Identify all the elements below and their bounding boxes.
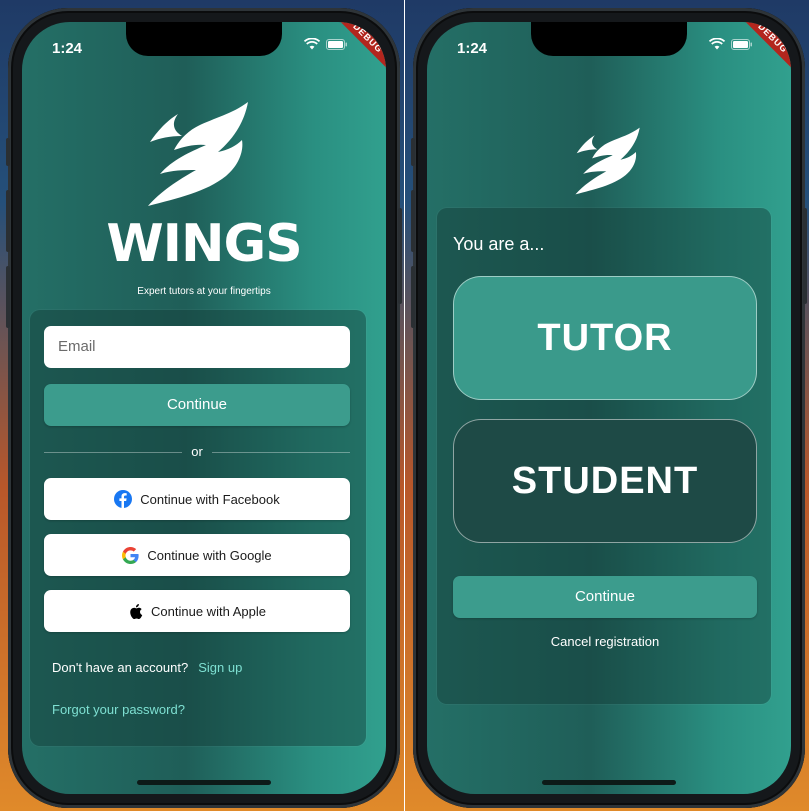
mute-switch: [6, 138, 10, 166]
forgot-password-link[interactable]: Forgot your password?: [52, 702, 185, 717]
volume-up-button: [6, 190, 10, 252]
power-button: [803, 208, 807, 304]
phone-frame: 1:24 DEBUG WINGS Expert tutors at your f…: [6, 8, 402, 808]
student-option[interactable]: STUDENT: [453, 419, 757, 543]
or-label: or: [191, 444, 203, 459]
or-divider: or: [44, 444, 350, 460]
wings-logo-icon: [575, 127, 640, 195]
volume-down-button: [411, 266, 415, 328]
mute-switch: [411, 138, 415, 166]
notch: [531, 22, 687, 56]
power-button: [398, 208, 402, 304]
apple-login-button[interactable]: Continue with Apple: [44, 590, 350, 632]
status-time: 1:24: [457, 40, 488, 57]
battery-icon: [326, 38, 347, 50]
notch: [126, 22, 282, 56]
continue-button[interactable]: Continue: [453, 576, 757, 618]
signup-row: Don't have an account? Sign up: [52, 660, 242, 675]
status-time: 1:24: [52, 40, 83, 57]
google-icon: [122, 546, 139, 564]
login-screen: 1:24 DEBUG WINGS Expert tutors at your f…: [22, 22, 386, 794]
signup-link[interactable]: Sign up: [198, 660, 242, 675]
brand-wordmark: WINGS: [106, 214, 302, 274]
phone-frame: 1:24 DEBUG You are a... TUTOR STUDENT Co…: [411, 8, 807, 808]
status-icons: [709, 38, 753, 50]
continue-button[interactable]: Continue: [44, 384, 350, 426]
left-phone-panel: 1:24 DEBUG WINGS Expert tutors at your f…: [0, 0, 404, 811]
home-indicator: [542, 780, 676, 785]
role-prompt: You are a...: [453, 234, 545, 254]
status-icons: [304, 38, 348, 50]
wifi-icon: [709, 38, 725, 50]
cancel-registration-link[interactable]: Cancel registration: [427, 634, 783, 649]
facebook-login-label: Continue with Facebook: [140, 491, 280, 507]
login-card: [30, 310, 366, 746]
battery-icon: [731, 38, 752, 50]
right-phone-panel: 1:24 DEBUG You are a... TUTOR STUDENT Co…: [405, 0, 809, 811]
email-field[interactable]: Email: [44, 326, 350, 368]
apple-login-label: Continue with Apple: [151, 603, 266, 619]
tutor-option[interactable]: TUTOR: [453, 276, 757, 400]
role-select-screen: 1:24 DEBUG You are a... TUTOR STUDENT Co…: [427, 22, 791, 794]
apple-icon: [130, 603, 143, 619]
google-login-button[interactable]: Continue with Google: [44, 534, 350, 576]
no-account-text: Don't have an account?: [52, 660, 189, 675]
facebook-login-button[interactable]: Continue with Facebook: [44, 478, 350, 520]
tagline: Expert tutors at your fingertips: [137, 286, 271, 297]
volume-down-button: [6, 266, 10, 328]
wifi-icon: [304, 38, 320, 50]
home-indicator: [137, 780, 271, 785]
google-login-label: Continue with Google: [147, 547, 272, 563]
facebook-icon: [114, 490, 133, 508]
volume-up-button: [411, 190, 415, 252]
wings-logo-icon: [148, 102, 248, 206]
